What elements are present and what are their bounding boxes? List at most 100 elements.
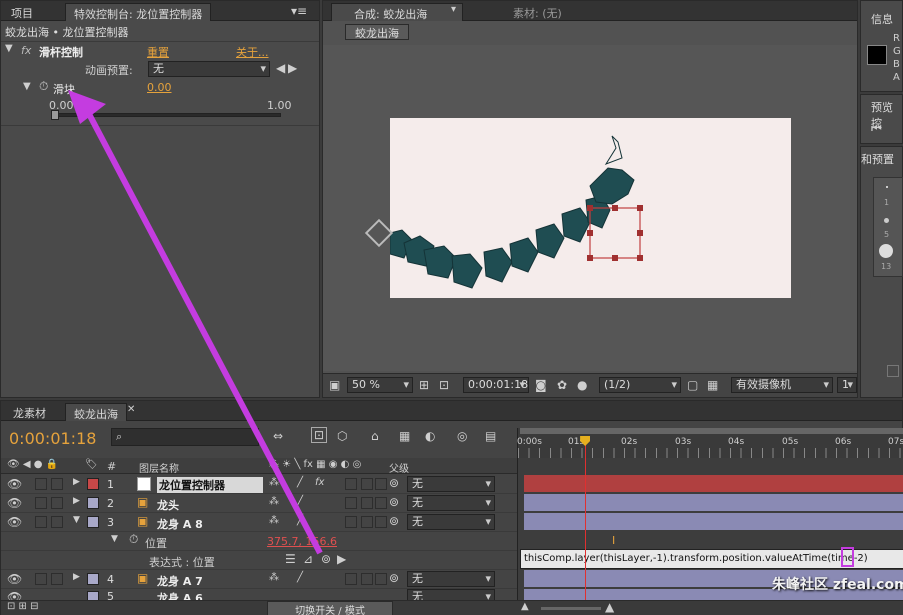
- expand-triangle-icon[interactable]: ▼: [5, 43, 13, 54]
- presets-checkbox[interactable]: [887, 365, 899, 377]
- 3d-box-icon[interactable]: ⬡: [337, 429, 347, 443]
- layer-label-color[interactable]: [87, 573, 99, 585]
- row-expand-icon[interactable]: ▶: [73, 477, 80, 487]
- frame-blending-icon[interactable]: ▦: [399, 429, 410, 443]
- layer-search-input[interactable]: ⌕: [111, 428, 259, 446]
- audio-toggle[interactable]: [35, 516, 47, 528]
- footer-render-icon[interactable]: ⊡ ⊞ ⊟: [7, 601, 39, 612]
- effect-switch-icon[interactable]: fx: [315, 477, 324, 488]
- layer-row-4[interactable]: 👁 ▶ 4 ▣ 龙身 A 7 ⁂ ╱ ⊚ 无: [1, 570, 517, 589]
- preset-prev-icon[interactable]: ◀: [276, 61, 285, 75]
- tab-composition[interactable]: 合成: 蛟龙出海: [331, 3, 463, 21]
- audio-toggle[interactable]: [35, 497, 47, 509]
- comp-mini-flowchart-icon[interactable]: ⇔: [273, 429, 283, 443]
- region-of-interest-icon[interactable]: ⊡: [439, 378, 449, 392]
- snapshot-frame-icon[interactable]: ▣: [329, 378, 340, 392]
- tab-project[interactable]: 项目: [3, 3, 41, 21]
- row-collapse-icon[interactable]: ▼: [73, 515, 80, 525]
- animation-preset-dropdown[interactable]: 无: [148, 61, 270, 77]
- switch-box-c[interactable]: [375, 497, 387, 509]
- pick-whip-icon[interactable]: ⊚: [389, 571, 399, 585]
- layer-name[interactable]: 龙身 A 7: [157, 573, 203, 589]
- layer-name[interactable]: 龙位置控制器: [157, 477, 263, 493]
- switch-box-a[interactable]: [345, 478, 357, 490]
- visibility-eye-icon[interactable]: 👁: [7, 477, 22, 491]
- stopwatch-icon[interactable]: ⏱: [39, 79, 48, 94]
- audio-toggle[interactable]: [35, 573, 47, 585]
- comp-name-button[interactable]: 蛟龙出海: [345, 24, 409, 40]
- about-link[interactable]: 关于...: [236, 44, 269, 60]
- layer-bar-2[interactable]: [524, 494, 903, 511]
- graph-editor-icon[interactable]: ◎: [457, 429, 467, 443]
- switch-box-a[interactable]: [345, 573, 357, 585]
- pick-whip-icon[interactable]: ⊚: [389, 476, 399, 490]
- camera-dropdown[interactable]: 有效摄像机: [731, 377, 833, 393]
- safe-zones-icon[interactable]: ⊞: [419, 378, 429, 392]
- tab-close-icon[interactable]: ✕: [127, 404, 135, 415]
- layer-label-color[interactable]: [87, 478, 99, 490]
- current-time-indicator[interactable]: [580, 436, 591, 600]
- lock-toggle[interactable]: [51, 497, 63, 509]
- switch-box-c[interactable]: [375, 516, 387, 528]
- visibility-eye-icon[interactable]: 👁: [7, 515, 22, 529]
- parent-dropdown[interactable]: 无: [407, 571, 495, 587]
- motion-blur-icon[interactable]: ◐: [425, 429, 435, 443]
- resolution-dropdown[interactable]: (1/2): [599, 377, 681, 393]
- shy-switch-icon[interactable]: ⁂: [269, 496, 279, 507]
- shy-switch-icon[interactable]: ⁂: [269, 572, 279, 583]
- switch-box-b[interactable]: [361, 478, 373, 490]
- panel-menu-icon[interactable]: ▾≡: [291, 4, 307, 18]
- tab-dragon-footage[interactable]: 龙素材: [5, 403, 54, 421]
- lock-toggle[interactable]: [51, 573, 63, 585]
- param-expand-icon[interactable]: ▼: [23, 81, 31, 92]
- pick-whip-icon[interactable]: ⊚: [389, 514, 399, 528]
- zoom-dropdown[interactable]: 50 %: [347, 377, 413, 393]
- switch-box-b[interactable]: [361, 573, 373, 585]
- layer-row-1[interactable]: 👁 ▶ 1 龙位置控制器 ⁂ ╱ fx ⊚ 无: [1, 475, 517, 494]
- layer-bar-3[interactable]: [524, 513, 903, 530]
- views-dropdown[interactable]: 1: [837, 377, 857, 393]
- property-collapse-icon[interactable]: ▼: [111, 534, 118, 544]
- row-expand-icon[interactable]: ▶: [73, 496, 80, 506]
- expression-enable-icon[interactable]: ☰: [285, 552, 296, 566]
- preset-next-icon[interactable]: ▶: [288, 61, 297, 75]
- layer-label-color[interactable]: [87, 497, 99, 509]
- expression-graph-icon[interactable]: ⊿: [303, 552, 313, 566]
- switch-box-c[interactable]: [375, 573, 387, 585]
- zoom-out-icon[interactable]: ▲: [521, 601, 529, 612]
- expression-row[interactable]: 表达式 : 位置 ☰ ⊿ ⊚ ▶: [1, 551, 517, 570]
- zoom-in-icon[interactable]: ▲: [605, 600, 614, 614]
- parent-dropdown[interactable]: 无: [407, 495, 495, 511]
- quality-switch-icon[interactable]: ╱: [297, 515, 303, 526]
- reset-link[interactable]: 重置: [147, 44, 169, 60]
- tab-effect-controls[interactable]: 特效控制台: 龙位置控制器: [65, 3, 212, 21]
- visibility-eye-icon[interactable]: 👁: [7, 572, 22, 586]
- position-value[interactable]: 375.7, 156.6: [267, 535, 337, 548]
- shy-switch-icon[interactable]: ⁂: [269, 515, 279, 526]
- switch-box-c[interactable]: [375, 478, 387, 490]
- camera-snapshot-icon[interactable]: ◙: [535, 378, 547, 392]
- audio-toggle[interactable]: [35, 478, 47, 490]
- row-expand-icon[interactable]: ▶: [73, 572, 80, 582]
- brush-dot-small[interactable]: [886, 186, 888, 188]
- position-stopwatch-icon[interactable]: ⏱: [129, 532, 138, 547]
- layer-label-color[interactable]: [87, 516, 99, 528]
- viewer-canvas-area[interactable]: [323, 45, 857, 371]
- position-property-row[interactable]: ▼ ⏱ 位置 375.7, 156.6: [1, 532, 517, 551]
- switch-box-b[interactable]: [361, 497, 373, 509]
- transparency-grid-icon[interactable]: ▦: [707, 378, 718, 392]
- timeline-timecode[interactable]: 0:00:01:18: [9, 429, 96, 448]
- color-channel-icon[interactable]: ●: [577, 378, 587, 392]
- visibility-eye-icon[interactable]: 👁: [7, 496, 22, 510]
- work-area-bar[interactable]: [520, 428, 903, 434]
- quality-switch-icon[interactable]: ╱: [297, 496, 303, 507]
- switch-box-a[interactable]: [345, 516, 357, 528]
- layer-name[interactable]: 龙头: [157, 497, 179, 513]
- param-value[interactable]: 0.00: [147, 81, 172, 94]
- brush-dot-medium[interactable]: [884, 218, 889, 223]
- layer-row-3[interactable]: 👁 ▼ 3 ▣ 龙身 A 8 ⁂ ╱ ⊚ 无: [1, 513, 517, 532]
- fx-icon[interactable]: fx: [21, 44, 31, 57]
- timeline-zoom-slider[interactable]: [541, 607, 601, 610]
- parent-dropdown[interactable]: 无: [407, 476, 495, 492]
- layer-bar-1[interactable]: [524, 475, 903, 492]
